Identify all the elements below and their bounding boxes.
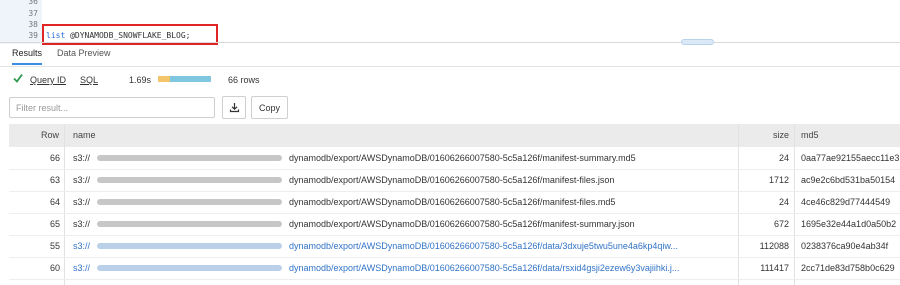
success-check-icon xyxy=(13,73,23,83)
query-progress-bar xyxy=(158,76,211,82)
filter-results-input[interactable] xyxy=(9,97,215,118)
line-number: 36 xyxy=(28,0,38,6)
line-number: 39 xyxy=(28,31,38,40)
query-progress-fill xyxy=(158,76,170,82)
md5-cell: 4ce46c829d77444549 xyxy=(801,197,891,207)
object-path: dynamodb/export/AWSDynamoDB/016062660075… xyxy=(289,153,636,163)
download-button[interactable] xyxy=(222,96,246,119)
name-prefix: s3:// xyxy=(73,197,91,207)
table-row[interactable]: 66 s3:// dynamodb/export/AWSDynamoDB/016… xyxy=(9,148,900,170)
redacted-bucket xyxy=(97,199,282,205)
table-row[interactable]: 65 s3:// dynamodb/export/AWSDynamoDB/016… xyxy=(9,214,900,236)
object-path: dynamodb/export/AWSDynamoDB/016062660075… xyxy=(289,219,635,229)
object-path-link[interactable]: dynamodb/export/AWSDynamoDB/016062660075… xyxy=(289,241,734,251)
column-header-md5[interactable]: md5 xyxy=(801,130,819,140)
redacted-bucket xyxy=(97,265,282,271)
redacted-bucket xyxy=(97,177,282,183)
md5-cell: 0aa77ae92155aecc11e3 xyxy=(801,153,900,163)
table-row[interactable]: 60 s3:// dynamodb/export/AWSDynamoDB/016… xyxy=(9,258,900,280)
column-header-row[interactable]: Row xyxy=(35,130,59,140)
query-duration: 1.69s xyxy=(129,75,152,85)
name-prefix[interactable]: s3:// xyxy=(73,241,90,251)
name-prefix: s3:// xyxy=(73,175,91,185)
size-cell: 1712 xyxy=(768,175,789,185)
row-number: 60 xyxy=(49,263,60,273)
md5-cell: 2cc71de83d758b0c629 xyxy=(801,263,895,273)
size-cell: 672 xyxy=(773,219,789,229)
table-row[interactable]: 64 s3:// dynamodb/export/AWSDynamoDB/016… xyxy=(9,192,900,214)
size-cell: 111417 xyxy=(760,263,789,273)
download-icon xyxy=(229,103,239,113)
size-cell: 24 xyxy=(778,153,789,163)
size-cell: 24 xyxy=(778,197,789,207)
sql-editor[interactable]: 36 37 38 39 list @DYNAMODB_SNOWFLAKE_BLO… xyxy=(0,0,900,45)
query-id-link[interactable]: Query ID xyxy=(30,75,66,85)
row-number: 64 xyxy=(49,197,60,207)
size-cell: 112088 xyxy=(759,241,789,251)
name-prefix: s3:// xyxy=(73,219,91,229)
results-tabs: Results Data Preview xyxy=(0,44,900,67)
md5-cell: 1695e32e44a1d0a50b2 xyxy=(801,219,897,229)
row-number: 65 xyxy=(49,219,60,229)
name-prefix: s3:// xyxy=(73,153,91,163)
line-number: 38 xyxy=(28,20,38,29)
line-number-gutter: 36 37 38 39 xyxy=(0,0,42,44)
row-number: 63 xyxy=(49,175,60,185)
row-count: 66 rows xyxy=(228,75,260,85)
md5-cell: 0238376ca90e4ab34f xyxy=(801,241,889,251)
table-row[interactable]: 55 s3:// dynamodb/export/AWSDynamoDB/016… xyxy=(9,236,900,258)
redacted-bucket xyxy=(97,243,282,249)
name-prefix[interactable]: s3:// xyxy=(73,263,90,273)
object-path: dynamodb/export/AWSDynamoDB/016062660075… xyxy=(289,197,616,207)
tab-data-preview[interactable]: Data Preview xyxy=(57,48,111,65)
row-number: 66 xyxy=(49,153,60,163)
pane-splitter[interactable] xyxy=(0,42,900,43)
column-header-size[interactable]: size xyxy=(769,130,789,140)
table-header: Row name size md5 xyxy=(9,124,900,147)
column-header-name[interactable]: name xyxy=(73,130,96,140)
copy-button[interactable]: Copy xyxy=(251,96,288,119)
line-number: 37 xyxy=(28,9,38,18)
tab-results[interactable]: Results xyxy=(12,48,43,65)
object-path-link[interactable]: dynamodb/export/AWSDynamoDB/016062660075… xyxy=(289,263,734,273)
sql-link[interactable]: SQL xyxy=(80,75,98,85)
redacted-bucket xyxy=(97,221,282,227)
redacted-bucket xyxy=(97,155,282,161)
object-path: dynamodb/export/AWSDynamoDB/016062660075… xyxy=(289,175,615,185)
table-row[interactable]: 63 s3:// dynamodb/export/AWSDynamoDB/016… xyxy=(9,170,900,192)
row-number: 55 xyxy=(49,241,60,251)
md5-cell: ac9e2c6bd531ba50154 xyxy=(801,175,896,185)
